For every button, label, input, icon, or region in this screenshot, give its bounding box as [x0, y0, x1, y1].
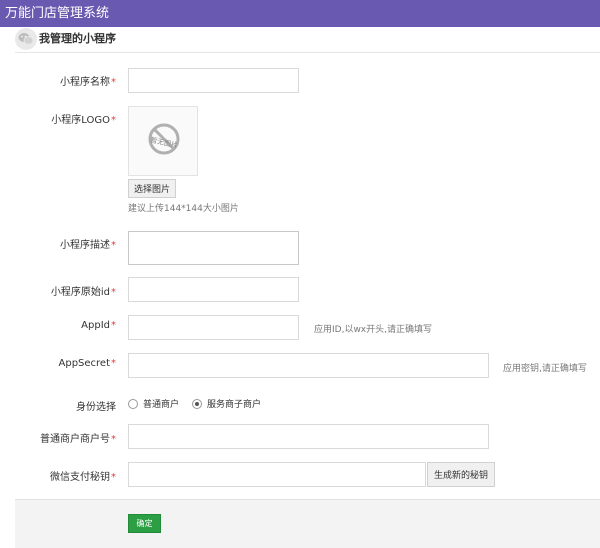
description-textarea[interactable]: [128, 231, 299, 265]
panel-header: 我管理的小程序: [15, 27, 600, 53]
name-label: 小程序名称*: [60, 77, 116, 88]
merchant-id-input[interactable]: [128, 424, 489, 449]
logo-hint: 建议上传144*144大小图片: [128, 204, 239, 214]
wechat-icon: [15, 28, 37, 50]
name-input[interactable]: [128, 68, 299, 93]
pay-secret-input[interactable]: [128, 462, 426, 487]
identity-label: 身份选择: [76, 402, 116, 413]
confirm-button[interactable]: 确定: [128, 514, 161, 533]
appsecret-label: AppSecret*: [58, 358, 117, 369]
app-title-bar: 万能门店管理系统: [0, 0, 600, 27]
original-id-input[interactable]: [128, 277, 299, 302]
description-label: 小程序描述*: [60, 240, 116, 251]
identity-radio-sub-merchant[interactable]: [192, 399, 202, 409]
appid-input[interactable]: [128, 315, 299, 340]
appsecret-input[interactable]: [128, 353, 489, 378]
appid-label: AppId*: [81, 320, 116, 331]
select-image-button[interactable]: 选择图片: [128, 179, 176, 198]
appsecret-hint: 应用密钥,请正确填写: [503, 364, 587, 374]
app-title: 万能门店管理系统: [5, 6, 110, 21]
identity-option-sub-merchant-label[interactable]: 服务商子商户: [207, 397, 261, 410]
original-id-label: 小程序原始id*: [50, 287, 116, 298]
identity-radio-normal[interactable]: [128, 399, 138, 409]
panel-title: 我管理的小程序: [39, 32, 116, 45]
generate-secret-button[interactable]: 生成新的秘钥: [427, 462, 495, 487]
merchant-id-label: 普通商户商户号*: [40, 434, 116, 445]
identity-option-normal-label[interactable]: 普通商户: [143, 397, 179, 410]
logo-label: 小程序LOGO*: [51, 115, 116, 126]
appid-hint: 应用ID,以wx开头,请正确填写: [314, 325, 432, 335]
logo-preview: 暂无图片: [128, 106, 198, 176]
pay-secret-label: 微信支付秘钥*: [50, 472, 116, 483]
form-footer: 确定: [15, 499, 600, 548]
